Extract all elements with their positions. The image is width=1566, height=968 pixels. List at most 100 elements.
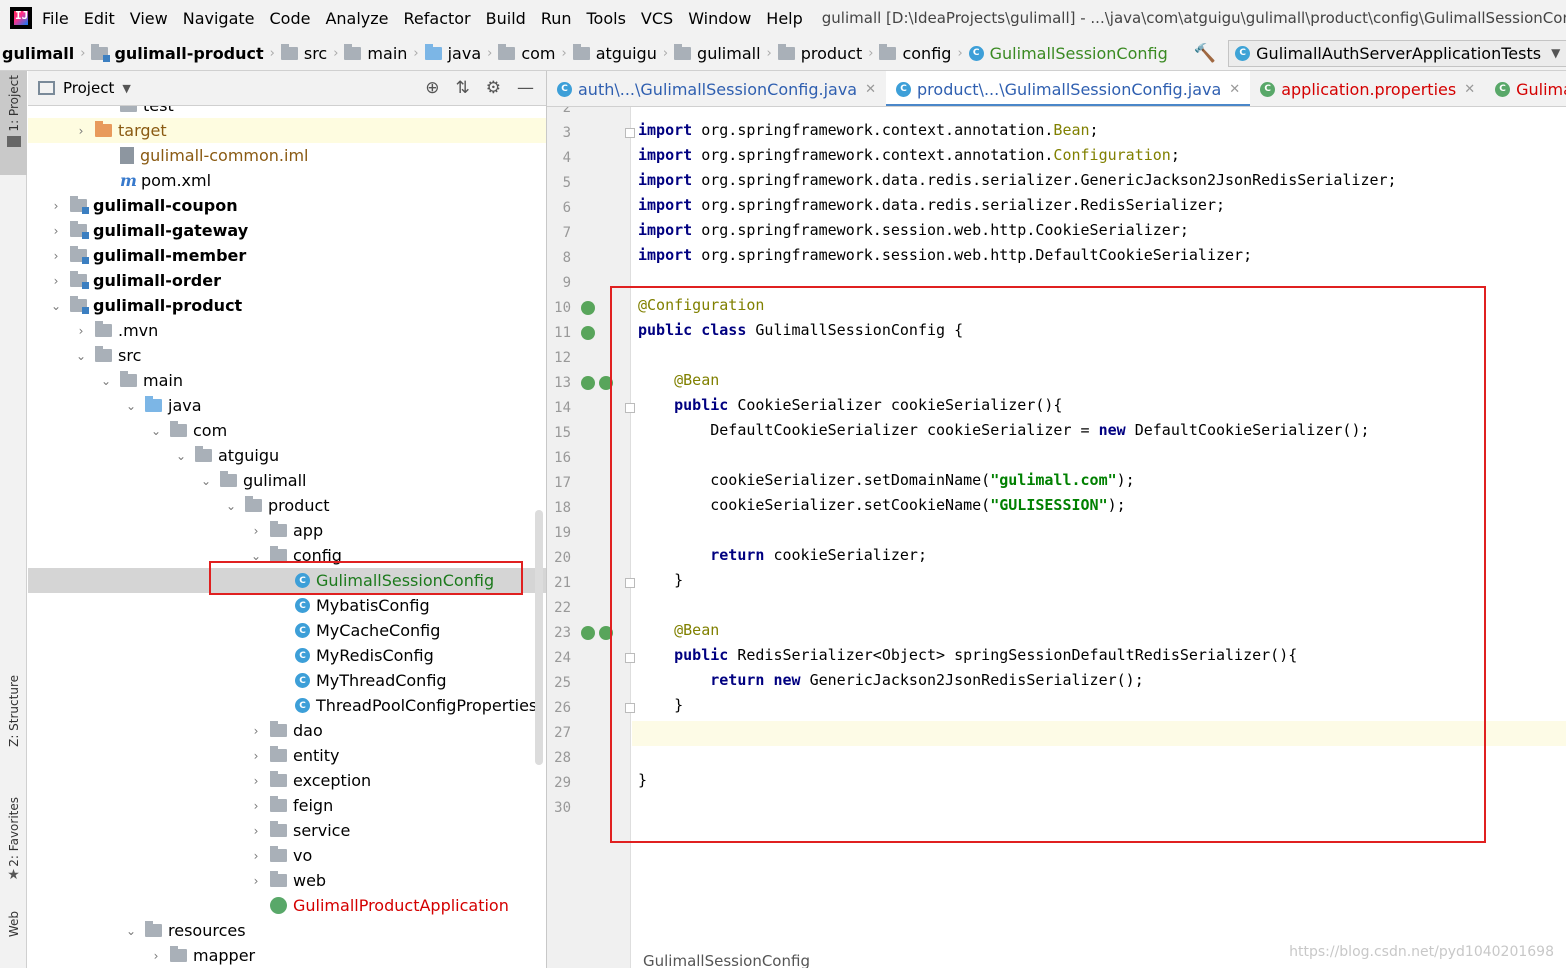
editor-tab[interactable]: C GulimallProductApplica — [1485, 71, 1566, 106]
chevron-right-icon[interactable]: › — [250, 749, 262, 763]
chevron-down-icon[interactable]: ⌄ — [100, 374, 112, 388]
tree-item[interactable]: C ThreadPoolConfigProperties — [28, 693, 546, 718]
chevron-down-icon[interactable]: ⌄ — [125, 924, 137, 938]
breadcrumb-item[interactable]: config › — [879, 43, 968, 63]
tree-item[interactable]: C MybatisConfig — [28, 593, 546, 618]
tree-item[interactable]: › exception — [28, 768, 546, 793]
chevron-right-icon[interactable]: › — [250, 524, 262, 538]
tree-item[interactable]: › target — [28, 118, 546, 143]
tree-item[interactable]: › gulimall-member — [28, 243, 546, 268]
tree-item[interactable]: GulimallProductApplication — [28, 893, 546, 918]
close-icon[interactable]: ✕ — [865, 82, 876, 97]
chevron-down-icon[interactable]: ⌄ — [75, 349, 87, 363]
chevron-down-icon[interactable]: ⌄ — [50, 299, 62, 313]
tree-item[interactable]: ⌄ gulimall-product — [28, 293, 546, 318]
tree-item[interactable]: ⌄ com — [28, 418, 546, 443]
chevron-right-icon[interactable]: › — [250, 824, 262, 838]
build-hammer-icon[interactable]: 🔨 — [1194, 43, 1216, 64]
chevron-down-icon[interactable]: ⌄ — [175, 449, 187, 463]
tree-item[interactable]: C MyThreadConfig — [28, 668, 546, 693]
chevron-right-icon[interactable]: › — [50, 249, 62, 263]
implemented-icon[interactable] — [581, 376, 595, 390]
code-editor[interactable]: 2 3 import org.springframework.context.ann… — [547, 107, 1566, 968]
tab-structure-toolwindow[interactable]: Z: Structure — [0, 671, 27, 781]
tree-item[interactable]: C MyRedisConfig — [28, 643, 546, 668]
menu-code[interactable]: Code — [270, 9, 311, 28]
menu-window[interactable]: Window — [688, 9, 751, 28]
menu-navigate[interactable]: Navigate — [183, 9, 255, 28]
menu-run[interactable]: Run — [541, 9, 572, 28]
breadcrumb-item[interactable]: product › — [777, 43, 880, 63]
chevron-right-icon[interactable]: › — [250, 799, 262, 813]
tree-item[interactable]: › mapper — [28, 943, 546, 968]
tree-item[interactable]: › vo — [28, 843, 546, 868]
collapse-all-icon[interactable]: ⇅ — [456, 78, 470, 98]
chevron-right-icon[interactable]: › — [50, 274, 62, 288]
locate-icon[interactable]: ⊕ — [425, 78, 439, 98]
chevron-down-icon[interactable]: ⌄ — [225, 499, 237, 513]
menu-view[interactable]: View — [130, 9, 168, 28]
tree-item[interactable]: › gulimall-gateway — [28, 218, 546, 243]
menu-edit[interactable]: Edit — [84, 9, 115, 28]
menu-vcs[interactable]: VCS — [641, 9, 673, 28]
tree-item[interactable]: ⌄ src — [28, 343, 546, 368]
gear-icon[interactable]: ⚙ — [486, 78, 501, 98]
editor-breadcrumb[interactable]: GulimallSessionConfig — [643, 952, 810, 968]
tree-item[interactable]: ⌄ product — [28, 493, 546, 518]
tab-web-toolwindow[interactable]: Web — [0, 907, 27, 967]
tab-favorites-toolwindow[interactable]: 2: Favorites ★ — [0, 793, 27, 893]
spring-bean-icon[interactable] — [581, 326, 595, 340]
tree-item[interactable]: › feign — [28, 793, 546, 818]
menu-help[interactable]: Help — [766, 9, 802, 28]
editor-tab[interactable]: Cauth\...\GulimallSessionConfig.java ✕ — [547, 71, 886, 106]
breadcrumb-item[interactable]: src › — [280, 43, 345, 63]
chevron-right-icon[interactable]: › — [50, 224, 62, 238]
chevron-right-icon[interactable]: › — [150, 949, 162, 963]
breadcrumb-item[interactable]: main › — [344, 43, 424, 63]
breadcrumb-item[interactable]: gulimall-product › — [91, 43, 280, 63]
editor-tab[interactable]: Capplication.properties ✕ — [1250, 71, 1485, 106]
chevron-down-icon[interactable]: ⌄ — [200, 474, 212, 488]
chevron-right-icon[interactable]: › — [250, 774, 262, 788]
tree-item[interactable]: ⌄ atguigu — [28, 443, 546, 468]
tree-item[interactable]: › gulimall-coupon — [28, 193, 546, 218]
tree-item[interactable]: › .mvn — [28, 318, 546, 343]
tree-item[interactable]: ⌄ gulimall — [28, 468, 546, 493]
hide-icon[interactable]: — — [517, 78, 534, 98]
tree-item[interactable]: test — [28, 106, 546, 118]
breadcrumb-item[interactable]: atguigu › — [572, 43, 674, 63]
project-panel-title[interactable]: Project — [63, 79, 114, 97]
tab-project-toolwindow[interactable]: 1: Project — [0, 71, 27, 175]
tree-item[interactable]: m pom.xml — [28, 168, 546, 193]
close-icon[interactable]: ✕ — [1464, 82, 1475, 97]
chevron-right-icon[interactable]: › — [75, 124, 87, 138]
chevron-right-icon[interactable]: › — [250, 849, 262, 863]
tree-item[interactable]: C MyCacheConfig — [28, 618, 546, 643]
tree-item[interactable]: ⌄ main — [28, 368, 546, 393]
breadcrumb-item[interactable]: C GulimallSessionConfig — [968, 44, 1168, 63]
menu-refactor[interactable]: Refactor — [404, 9, 471, 28]
chevron-right-icon[interactable]: › — [250, 874, 262, 888]
chevron-right-icon[interactable]: › — [250, 724, 262, 738]
tree-item[interactable]: › gulimall-order — [28, 268, 546, 293]
menu-tools[interactable]: Tools — [587, 9, 626, 28]
tree-item[interactable]: gulimall-common.iml — [28, 143, 546, 168]
tree-item[interactable]: ⌄ resources — [28, 918, 546, 943]
tree-item[interactable]: › web — [28, 868, 546, 893]
breadcrumb-item[interactable]: gulimall › — [674, 43, 778, 63]
tree-item[interactable]: › service — [28, 818, 546, 843]
breadcrumb-item[interactable]: java › — [424, 43, 499, 63]
chevron-down-icon[interactable]: ▼ — [122, 82, 130, 95]
tree-item[interactable]: › app — [28, 518, 546, 543]
tree-item[interactable]: ⌄ java — [28, 393, 546, 418]
menu-build[interactable]: Build — [486, 9, 526, 28]
chevron-down-icon[interactable]: ⌄ — [150, 424, 162, 438]
implemented-icon[interactable] — [581, 626, 595, 640]
spring-bean-icon[interactable] — [581, 301, 595, 315]
close-icon[interactable]: ✕ — [1229, 82, 1240, 97]
chevron-right-icon[interactable]: › — [75, 324, 87, 338]
breadcrumb-item[interactable]: com › — [498, 43, 572, 63]
breadcrumb-item[interactable]: gulimall › — [2, 44, 91, 63]
chevron-down-icon[interactable]: ⌄ — [125, 399, 137, 413]
project-scrollbar[interactable] — [535, 510, 543, 765]
